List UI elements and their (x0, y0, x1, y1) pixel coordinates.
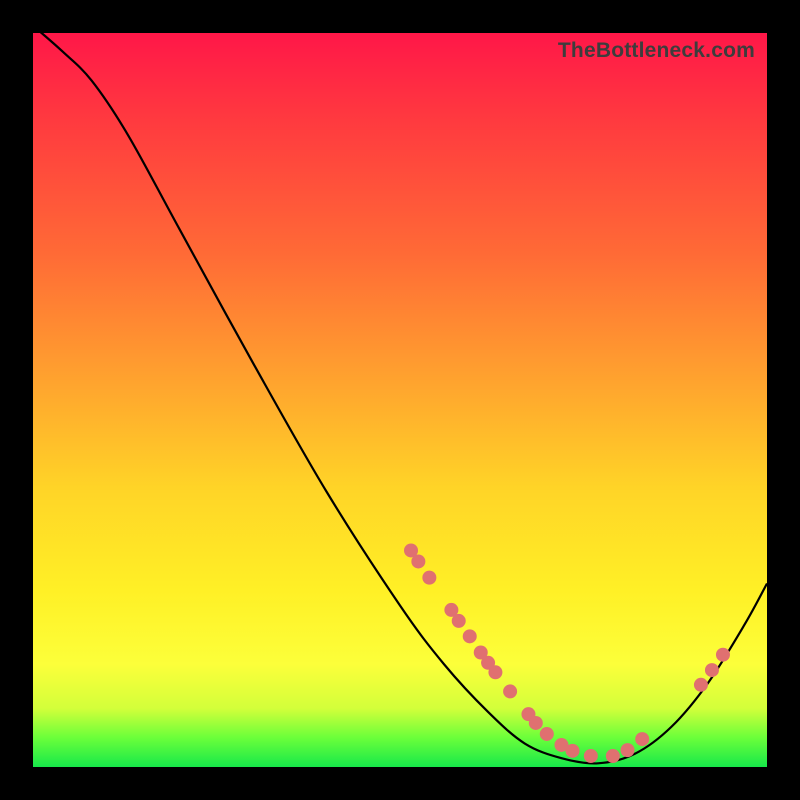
data-marker (606, 749, 620, 763)
data-marker (565, 744, 579, 758)
data-marker (584, 749, 598, 763)
data-marker (635, 732, 649, 746)
data-marker (503, 684, 517, 698)
data-marker (463, 629, 477, 643)
data-marker (411, 554, 425, 568)
data-marker (488, 665, 502, 679)
curve-line (33, 26, 767, 764)
data-marker (540, 727, 554, 741)
data-marker (529, 716, 543, 730)
plot-area: TheBottleneck.com (33, 33, 767, 767)
chart-container: TheBottleneck.com (0, 0, 800, 800)
data-marker (621, 743, 635, 757)
data-marker (716, 648, 730, 662)
data-marker (452, 614, 466, 628)
marker-layer (404, 543, 730, 763)
chart-svg (33, 33, 767, 767)
data-marker (705, 663, 719, 677)
data-marker (694, 678, 708, 692)
data-marker (422, 571, 436, 585)
